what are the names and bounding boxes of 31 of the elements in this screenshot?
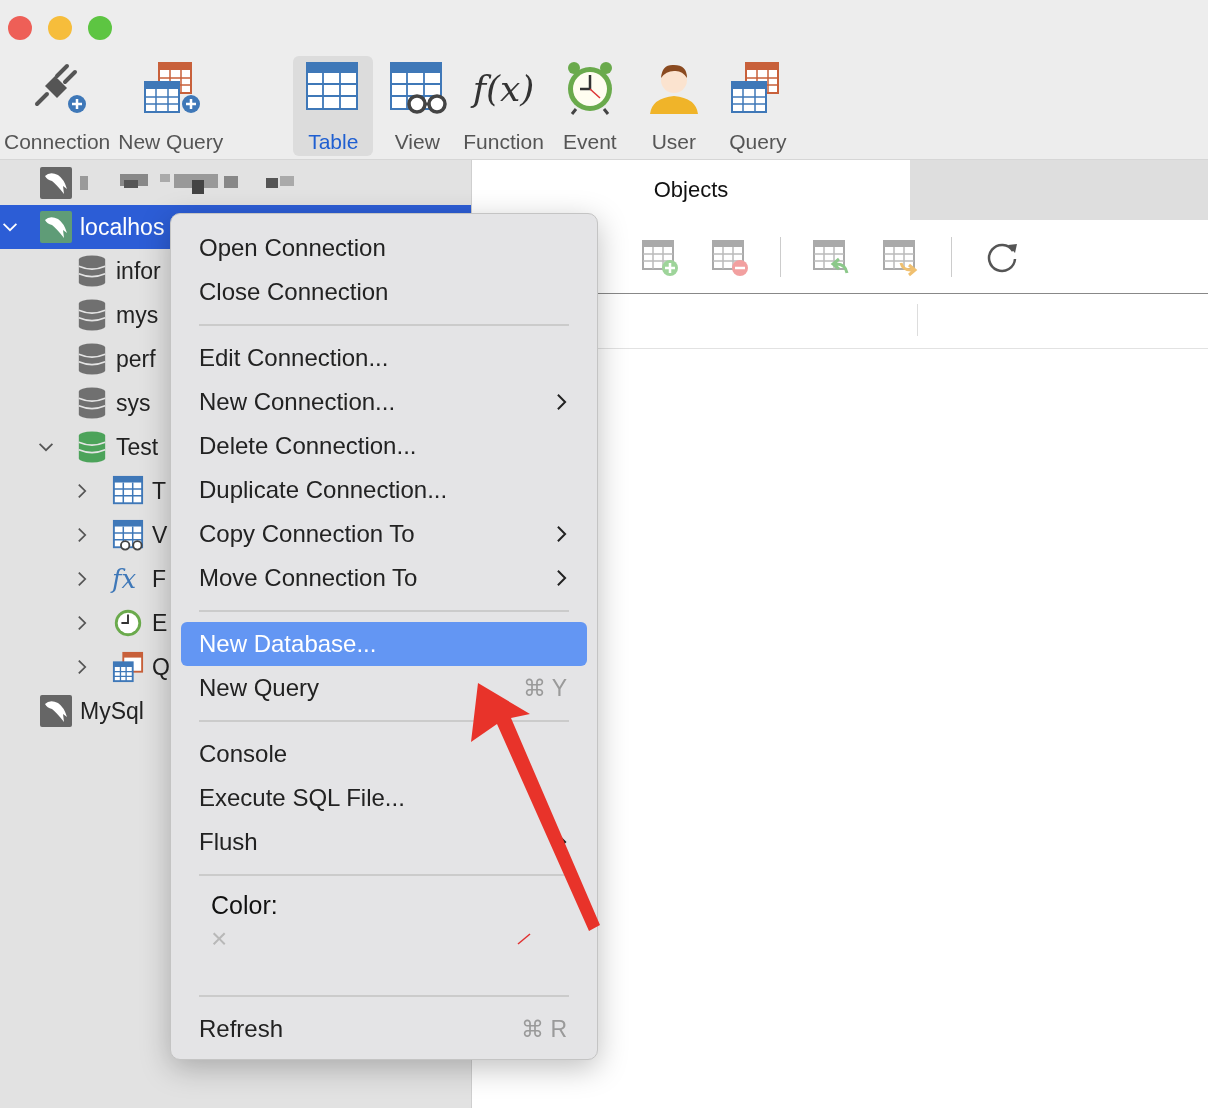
shortcut-label: ⌘ Y	[522, 674, 567, 702]
menu-item-label: Delete Connection...	[199, 432, 418, 460]
menu-item-label: Edit Connection...	[199, 344, 390, 372]
tree-label: MySql	[80, 697, 144, 725]
tree-label: V	[152, 521, 168, 549]
tree-label: localhos	[80, 213, 165, 241]
menu-item-label: Move Connection To	[199, 564, 419, 592]
menu-item-label: Flush	[199, 828, 259, 856]
shortcut-label: ⌘ R	[521, 1015, 567, 1043]
menu-item-label: Open Connection	[199, 234, 387, 262]
menu-item-label: Console	[199, 740, 289, 768]
menu-item-label: Execute SQL File...	[199, 784, 406, 812]
menu-item-label: New Connection...	[199, 388, 397, 416]
tree-label: mys	[116, 301, 159, 329]
tree-label: E	[152, 609, 168, 637]
tree-label: sys	[116, 389, 151, 417]
function-icon: fx	[112, 563, 144, 595]
menu-item-label: New Query	[199, 674, 321, 702]
tree-label: perf	[116, 345, 156, 373]
menu-item-label: Close Connection	[199, 278, 390, 306]
color-label: Color:	[211, 892, 278, 918]
tree-label: Test	[116, 433, 159, 461]
function-icon: f(x)	[472, 60, 535, 116]
menu-item-label: Copy Connection To	[199, 520, 416, 548]
tree-label: F	[152, 565, 167, 593]
menu-item-label: Duplicate Connection...	[199, 476, 449, 504]
tree-label: infor	[116, 257, 161, 285]
menu-item-label: Refresh	[199, 1015, 285, 1043]
tree-label: T	[152, 477, 167, 505]
tree-label: Q	[152, 653, 170, 681]
menu-item-label: New Database...	[199, 630, 378, 658]
